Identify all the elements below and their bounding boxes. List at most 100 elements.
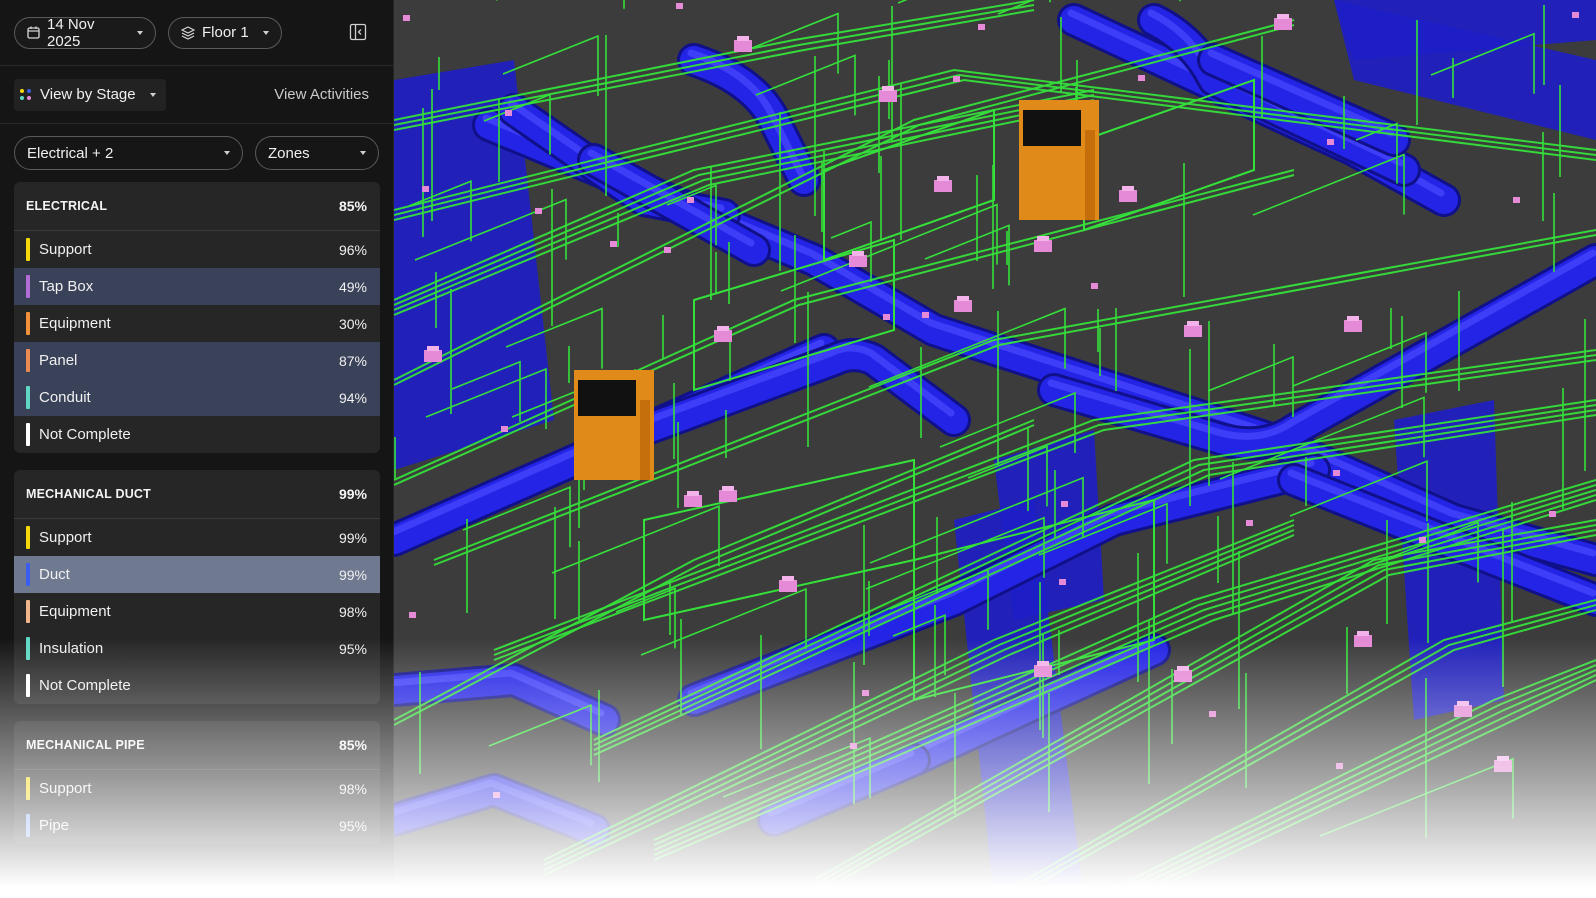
tap-box-small	[883, 314, 890, 320]
tap-box-top	[722, 486, 734, 491]
tap-box-top	[1497, 756, 1509, 761]
stage-color-swatch	[26, 674, 30, 697]
stage-row[interactable]: Support 99%	[14, 519, 380, 556]
stage-label: Not Complete	[39, 677, 131, 694]
tap-box-top	[1347, 316, 1359, 321]
tap-box	[1344, 320, 1362, 332]
sidebar-topbar: 14 Nov 2025 Floor 1	[0, 0, 393, 66]
stage-row[interactable]: Duct 99%	[14, 556, 380, 593]
tap-box-small	[922, 312, 929, 318]
tap-box-small	[1419, 537, 1426, 543]
tap-box-small	[1138, 75, 1145, 81]
tap-box	[719, 490, 737, 502]
filter-bar: Electrical + 2 Zones	[0, 124, 393, 182]
tap-box-small	[687, 197, 694, 203]
view-by-stage-dropdown[interactable]: View by Stage	[14, 78, 166, 111]
tap-box-top	[882, 86, 894, 91]
stage-row[interactable]: Pipe 95%	[14, 807, 380, 844]
stage-color-swatch	[26, 526, 30, 549]
date-label: 14 Nov 2025	[47, 15, 95, 50]
mep-model-canvas[interactable]	[394, 0, 1596, 898]
stage-color-swatch	[26, 312, 30, 335]
tap-box-small	[1209, 711, 1216, 717]
stage-color-swatch	[26, 637, 30, 660]
tap-box-top	[1457, 701, 1469, 706]
tap-box-top	[782, 576, 794, 581]
tap-box	[1034, 665, 1052, 677]
stage-row[interactable]: Equipment 30%	[14, 305, 380, 342]
layers-icon	[181, 25, 195, 40]
stage-row[interactable]: Insulation 95%	[14, 630, 380, 667]
equipment-panel-face	[578, 380, 636, 416]
calendar-icon	[27, 26, 40, 40]
section-header[interactable]: MECHANICAL PIPE 85%	[14, 721, 380, 770]
stage-color-swatch	[26, 563, 30, 586]
tap-box	[934, 180, 952, 192]
section-header[interactable]: ELECTRICAL 85%	[14, 182, 380, 231]
tap-box-top	[717, 326, 729, 331]
tap-box-small	[422, 186, 429, 192]
stage-row[interactable]: Not Complete	[14, 667, 380, 704]
tap-box-top	[687, 491, 699, 496]
tap-box-small	[978, 24, 985, 30]
equipment-side	[1085, 130, 1095, 220]
view-activities-link[interactable]: View Activities	[274, 86, 369, 103]
zones-filter-select[interactable]: Zones	[254, 136, 379, 170]
stage-percent: 94%	[338, 389, 367, 406]
tap-box-small	[1327, 139, 1334, 145]
tap-box-top	[937, 176, 949, 181]
chevron-down-icon	[223, 151, 230, 155]
stage-row[interactable]: Tap Box 49%	[14, 268, 380, 305]
stage-label: Support	[39, 241, 92, 258]
view-by-stage-label: View by Stage	[40, 86, 136, 103]
stage-label: Pipe	[39, 817, 70, 834]
chevron-down-icon	[360, 151, 366, 155]
stage-label: Equipment	[39, 603, 111, 620]
tap-box-small	[1513, 197, 1520, 203]
tap-box-top	[1177, 666, 1189, 671]
trade-filter-value: Electrical + 2	[27, 144, 114, 162]
section-percent: 85%	[338, 737, 367, 753]
model-3d-viewport[interactable]	[394, 0, 1596, 898]
tap-box-small	[850, 743, 857, 749]
tap-box	[1274, 18, 1292, 30]
tap-box-small	[535, 208, 542, 214]
zones-filter-value: Zones	[267, 144, 310, 162]
stage-percent: 87%	[338, 352, 367, 369]
tap-box-small	[505, 110, 512, 116]
tap-box	[714, 330, 732, 342]
tap-box	[1494, 760, 1512, 772]
floor-label: Floor 1	[202, 24, 249, 41]
stage-row[interactable]: Conduit 94%	[14, 379, 380, 416]
equipment-side	[640, 400, 650, 480]
tap-box	[734, 40, 752, 52]
stage-row[interactable]: Support 96%	[14, 231, 380, 268]
stage-row[interactable]: Support 98%	[14, 770, 380, 807]
stage-percent: 99%	[338, 566, 367, 583]
stage-percent: 96%	[338, 241, 367, 258]
section-title: MECHANICAL DUCT	[26, 487, 151, 501]
collapse-panel-icon	[349, 23, 367, 40]
view-mode-bar: View by Stage View Activities	[0, 66, 393, 124]
stage-label: Tap Box	[39, 278, 94, 295]
tap-box-small	[610, 241, 617, 247]
stage-row[interactable]: Not Complete	[14, 416, 380, 453]
date-picker-button[interactable]: 14 Nov 2025	[14, 15, 156, 50]
tap-box	[879, 90, 897, 102]
floor-selector-button[interactable]: Floor 1	[168, 16, 282, 49]
stage-row[interactable]: Equipment 98%	[14, 593, 380, 630]
collapse-panel-button[interactable]	[349, 23, 369, 43]
stage-row[interactable]: Panel 87%	[14, 342, 380, 379]
tap-box-small	[1333, 470, 1340, 476]
trade-filter-select[interactable]: Electrical + 2	[14, 136, 243, 170]
tap-box	[1354, 635, 1372, 647]
tap-box-small	[1059, 579, 1066, 585]
stage-color-swatch	[26, 600, 30, 623]
stage-label: Conduit	[39, 389, 91, 406]
stage-percent: 95%	[338, 817, 367, 834]
stage-color-swatch	[26, 386, 30, 409]
stage-label: Equipment	[39, 315, 111, 332]
tap-box-top	[957, 296, 969, 301]
tap-box-small	[493, 792, 500, 798]
section-header[interactable]: MECHANICAL DUCT 99%	[14, 470, 380, 519]
